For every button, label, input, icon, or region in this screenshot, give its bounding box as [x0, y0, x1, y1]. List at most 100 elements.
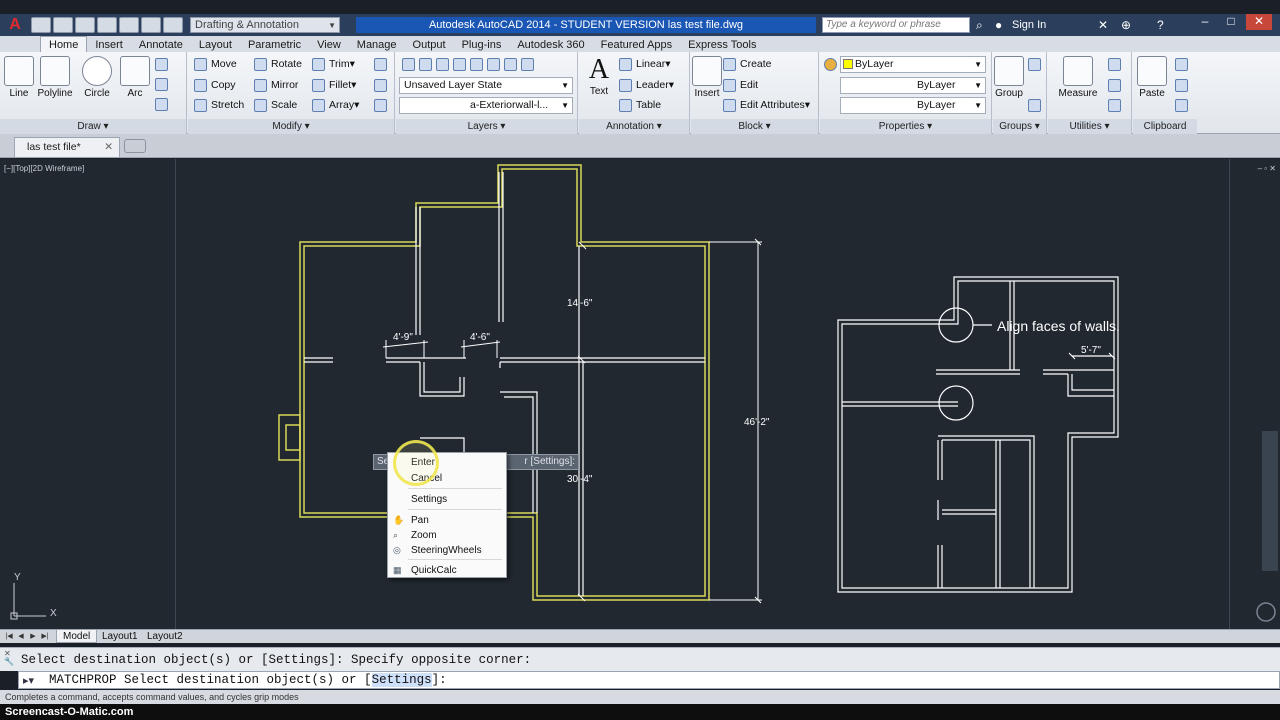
trim-button[interactable]: Trim ▾: [312, 55, 355, 73]
tab-annotate[interactable]: Annotate: [131, 38, 191, 52]
rectangle-button[interactable]: [155, 55, 172, 73]
menu-item-quickcalc[interactable]: ▦ QuickCalc: [388, 563, 506, 578]
group-select-button[interactable]: [1028, 96, 1045, 114]
group-button[interactable]: Group: [993, 52, 1025, 99]
tab-layout2[interactable]: Layout2: [141, 630, 189, 643]
measure-button[interactable]: Measure: [1058, 52, 1098, 99]
new-tab-button[interactable]: [124, 139, 146, 153]
quick-select-button[interactable]: [1108, 55, 1125, 73]
move-button[interactable]: Move: [194, 55, 237, 73]
sign-in-link[interactable]: Sign In: [1012, 17, 1046, 33]
paste-button[interactable]: Paste: [1135, 52, 1169, 99]
menu-item-settings[interactable]: Settings: [388, 492, 506, 507]
block-panel-title[interactable]: Block ▾: [691, 119, 818, 134]
tab-manage[interactable]: Manage: [349, 38, 405, 52]
ungroup-button[interactable]: [1028, 55, 1045, 73]
edit-button[interactable]: Edit: [723, 76, 758, 94]
tab-featured-apps[interactable]: Featured Apps: [593, 38, 681, 52]
save-icon[interactable]: [75, 17, 95, 33]
close-button[interactable]: ✕: [1246, 14, 1272, 30]
lineweight-select[interactable]: ByLayer ▼: [840, 97, 986, 114]
redo-icon[interactable]: [163, 17, 183, 33]
select-all-button[interactable]: [1108, 76, 1125, 94]
tab-parametric[interactable]: Parametric: [240, 38, 309, 52]
tab-autodesk-360[interactable]: Autodesk 360: [509, 38, 592, 52]
hatch-button[interactable]: [155, 95, 172, 113]
drawing-area[interactable]: 14'-6" 4'-9" 4'-6" 46'-2" 30'-4" 5'-7" A…: [0, 159, 1280, 629]
modify-panel-title[interactable]: Modify ▾: [188, 119, 394, 134]
close-icon[interactable]: ✕: [104, 138, 113, 156]
array-button[interactable]: Array ▾: [312, 96, 359, 114]
mirror-button[interactable]: Mirror: [254, 76, 298, 94]
command-input[interactable]: ▸▾ MATCHPROP Select destination object(s…: [18, 671, 1280, 689]
tab-plug-ins[interactable]: Plug-ins: [454, 38, 510, 52]
menu-item-pan[interactable]: ✋ Pan: [388, 513, 506, 528]
copy-base-button[interactable]: [1175, 96, 1192, 114]
utilities-panel-title[interactable]: Utilities ▾: [1048, 119, 1131, 134]
layer-properties-icon[interactable]: [402, 57, 415, 71]
scale-button[interactable]: Scale: [254, 96, 297, 114]
text-button[interactable]: A Text: [583, 52, 615, 97]
tab-layout1[interactable]: Layout1: [96, 630, 144, 643]
search-input[interactable]: Type a keyword or phrase: [822, 17, 970, 33]
erase-button[interactable]: [374, 55, 391, 73]
new-icon[interactable]: [31, 17, 51, 33]
last-tab-icon[interactable]: ▶|: [40, 631, 50, 642]
layer-icon[interactable]: [470, 57, 483, 71]
menu-item-steeringwheels[interactable]: ◎ SteeringWheels: [388, 543, 506, 558]
linear-button[interactable]: Linear ▾: [619, 55, 670, 73]
connect-icon[interactable]: ⊕: [1121, 17, 1131, 33]
insert-button[interactable]: Insert: [691, 52, 723, 99]
tab-home[interactable]: Home: [40, 36, 88, 52]
viewport-controls[interactable]: [−][Top][2D Wireframe]: [4, 164, 84, 173]
menu-item-zoom[interactable]: ⌕ Zoom: [388, 528, 506, 543]
open-icon[interactable]: [53, 17, 73, 33]
tab-express-tools[interactable]: Express Tools: [680, 38, 764, 52]
table-button[interactable]: Table: [619, 96, 661, 114]
prev-tab-icon[interactable]: ◀: [16, 631, 26, 642]
ellipse-button[interactable]: [155, 75, 172, 93]
tab-insert[interactable]: Insert: [87, 38, 131, 52]
edit-attributes-button[interactable]: Edit Attributes ▾: [723, 96, 810, 114]
line-button[interactable]: Line: [4, 52, 34, 99]
leader-button[interactable]: Leader ▾: [619, 76, 674, 94]
tab-view[interactable]: View: [309, 38, 349, 52]
viewport-window-controls[interactable]: – ▫ ✕: [1258, 164, 1276, 173]
minimize-button[interactable]: –: [1192, 14, 1218, 30]
first-tab-icon[interactable]: |◀: [4, 631, 14, 642]
layer-icon[interactable]: [453, 57, 466, 71]
maximize-button[interactable]: □: [1218, 14, 1244, 30]
annotation-panel-title[interactable]: Annotation ▾: [579, 119, 689, 134]
save-as-icon[interactable]: [97, 17, 117, 33]
next-tab-icon[interactable]: ▶: [28, 631, 38, 642]
exchange-icon[interactable]: ✕: [1098, 17, 1108, 33]
help-icon[interactable]: ?: [1157, 17, 1164, 33]
copy-clip-button[interactable]: [1175, 76, 1192, 94]
tab-output[interactable]: Output: [405, 38, 454, 52]
print-icon[interactable]: [119, 17, 139, 33]
groups-panel-title[interactable]: Groups ▾: [993, 119, 1046, 134]
arc-button[interactable]: Arc: [118, 52, 152, 99]
tab-model[interactable]: Model: [56, 630, 98, 643]
draw-panel-title[interactable]: Draw ▾: [0, 119, 186, 134]
undo-icon[interactable]: [141, 17, 161, 33]
offset-button[interactable]: [374, 96, 391, 114]
cut-button[interactable]: [1175, 55, 1192, 73]
command-option-settings[interactable]: Settings: [371, 673, 432, 687]
copy-button[interactable]: Copy: [194, 76, 236, 94]
layer-icon[interactable]: [419, 57, 432, 71]
navigation-bar[interactable]: [1262, 431, 1278, 571]
layer-icon[interactable]: [521, 57, 534, 71]
layer-icon[interactable]: [487, 57, 500, 71]
rotate-button[interactable]: Rotate: [254, 55, 302, 73]
layer-icon[interactable]: [504, 57, 517, 71]
calculator-button[interactable]: [1108, 96, 1125, 114]
explode-button[interactable]: [374, 76, 391, 94]
file-tab[interactable]: las test file* ✕: [14, 137, 120, 157]
layer-icon[interactable]: [436, 57, 449, 71]
color-select[interactable]: ByLayer ▼: [840, 56, 986, 73]
fillet-button[interactable]: Fillet ▾: [312, 76, 356, 94]
layers-panel-title[interactable]: Layers ▾: [396, 119, 577, 134]
layer-select[interactable]: a-Exteriorwall-l... ▼: [399, 97, 573, 114]
layer-state-select[interactable]: Unsaved Layer State ▼: [399, 77, 573, 94]
